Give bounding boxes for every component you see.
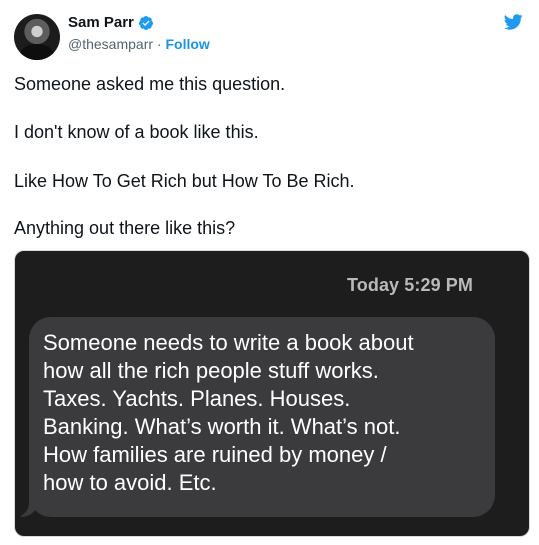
message-line: Banking. What’s worth it. What’s not. bbox=[43, 414, 401, 439]
message-line: How families are ruined by money / bbox=[43, 442, 387, 467]
author-handle-row: @thesamparr · Follow bbox=[68, 36, 210, 52]
message-line: how all the rich people stuff works. bbox=[43, 358, 379, 383]
avatar[interactable] bbox=[14, 14, 60, 60]
message-bubble: Someone needs to write a book about how … bbox=[29, 317, 495, 517]
tweet-media-screenshot[interactable]: Today 5:29 PM Someone needs to write a b… bbox=[14, 250, 530, 537]
message-line: how to avoid. Etc. bbox=[43, 470, 217, 495]
twitter-bird-icon[interactable] bbox=[501, 12, 525, 32]
message-line: Taxes. Yachts. Planes. Houses. bbox=[43, 386, 351, 411]
tweet-paragraph: I don't know of a book like this. bbox=[14, 122, 259, 142]
separator-dot: · bbox=[153, 36, 166, 52]
author-name-row: Sam Parr bbox=[68, 14, 154, 31]
message-line: Someone needs to write a book about bbox=[43, 330, 414, 355]
tweet-paragraph: Anything out there like this? bbox=[14, 218, 236, 238]
verified-badge-icon bbox=[138, 15, 153, 30]
tweet-paragraph: Like How To Get Rich but How To Be Rich. bbox=[14, 171, 355, 191]
embedded-tweet: Sam Parr @thesamparr · Follow Someone as… bbox=[0, 0, 539, 545]
author-display-name[interactable]: Sam Parr bbox=[68, 14, 134, 31]
tweet-paragraph: Someone asked me this question. bbox=[14, 74, 286, 94]
follow-link[interactable]: Follow bbox=[165, 36, 209, 52]
author-handle[interactable]: @thesamparr bbox=[68, 36, 153, 52]
message-timestamp: Today 5:29 PM bbox=[347, 275, 473, 295]
